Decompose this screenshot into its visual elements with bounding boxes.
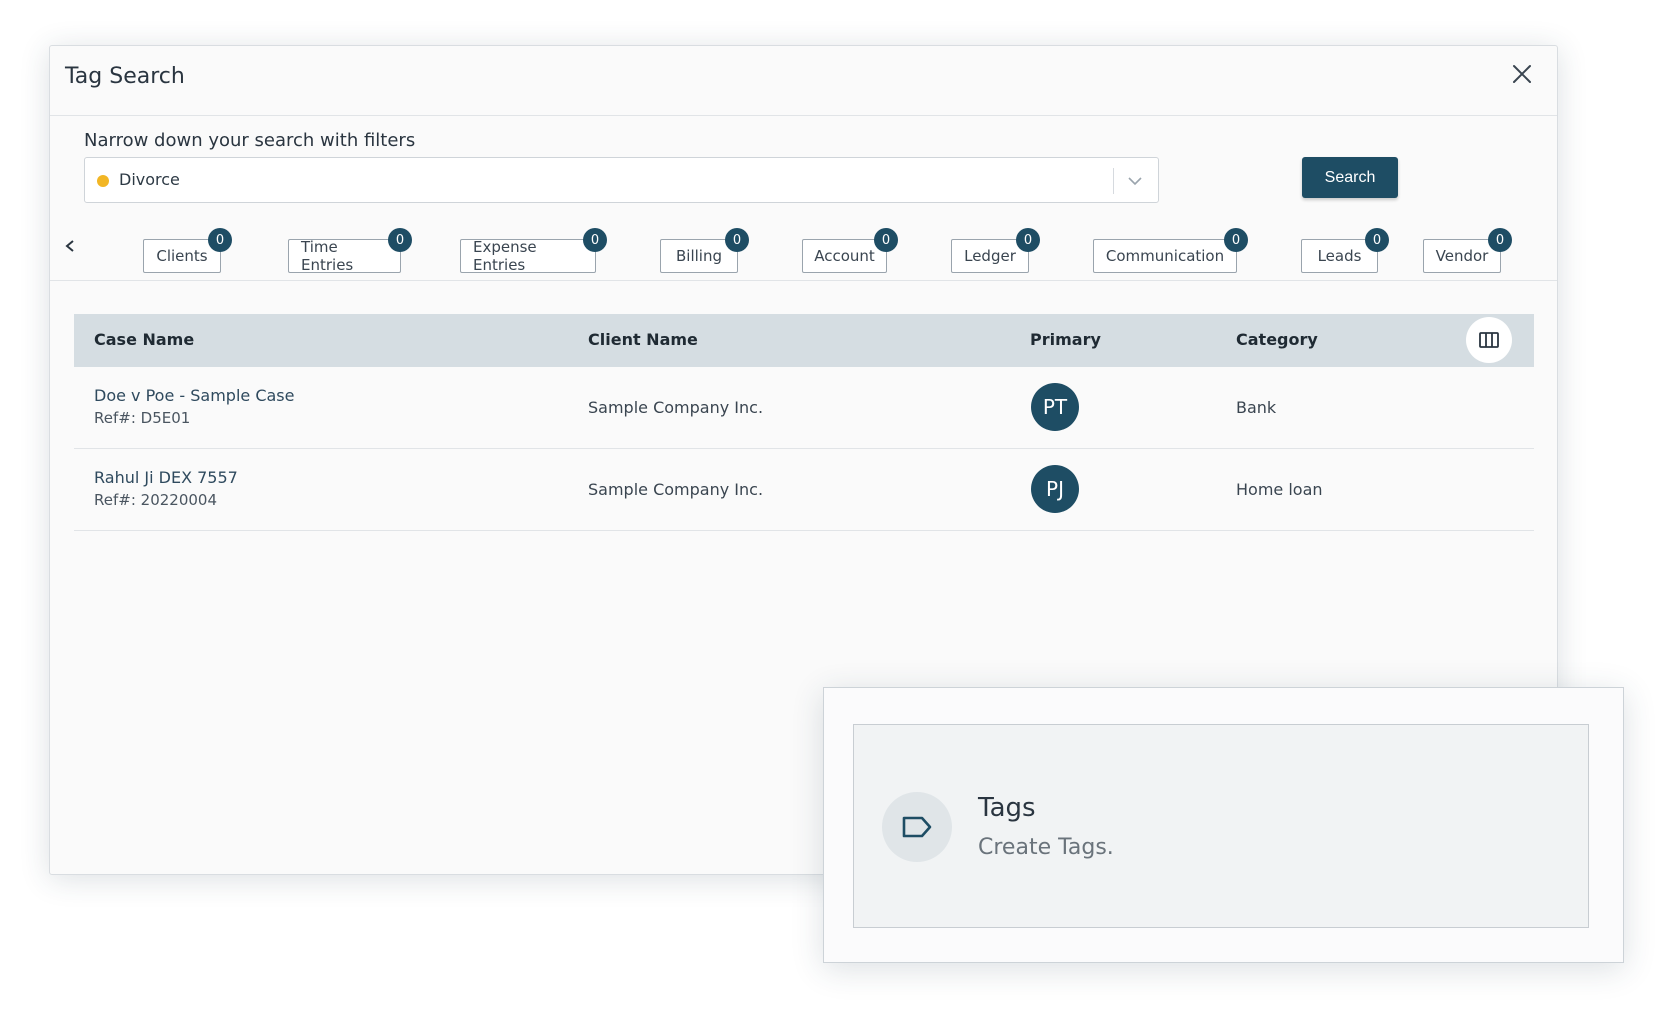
header-category[interactable]: Category xyxy=(1236,330,1318,349)
tab-label: Expense Entries xyxy=(473,238,537,274)
case-name-link[interactable]: Rahul Ji DEX 7557 xyxy=(94,468,238,487)
table-row[interactable]: Rahul Ji DEX 7557 Ref#: 20220004 Sample … xyxy=(74,449,1534,531)
client-name: Sample Company Inc. xyxy=(588,480,764,499)
tags-menu-item[interactable]: Tags Create Tags. xyxy=(853,724,1589,928)
count-badge: 0 xyxy=(208,228,232,252)
tab-label: Billing xyxy=(676,247,722,265)
tag-icon xyxy=(902,816,932,838)
search-button[interactable]: Search xyxy=(1302,157,1398,198)
count-badge: 0 xyxy=(1224,228,1248,252)
filter-label: Narrow down your search with filters xyxy=(84,130,416,151)
tab-ledger[interactable]: Ledger 0 xyxy=(951,228,1040,273)
tags-subtitle: Create Tags. xyxy=(978,835,1114,860)
category: Bank xyxy=(1236,398,1277,417)
tags-title: Tags xyxy=(978,793,1036,823)
count-badge: 0 xyxy=(388,228,412,252)
case-ref: Ref#: D5E01 xyxy=(94,409,191,427)
case-ref: Ref#: 20220004 xyxy=(94,491,217,509)
tab-label: Time Entries xyxy=(301,238,354,274)
modal-header: Tag Search xyxy=(50,46,1557,116)
count-badge: 0 xyxy=(874,228,898,252)
avatar: PT xyxy=(1031,383,1079,431)
tab-vendor[interactable]: Vendor 0 xyxy=(1423,228,1512,273)
tag-filter-select[interactable]: Divorce xyxy=(84,157,1159,203)
tab-label: Ledger xyxy=(964,247,1016,265)
tab-account[interactable]: Account 0 xyxy=(802,228,898,273)
columns-icon xyxy=(1479,332,1499,348)
tab-time-entries[interactable]: Time Entries 0 xyxy=(288,228,412,274)
header-client-name[interactable]: Client Name xyxy=(588,330,698,349)
results-table: Case Name Client Name Primary Category D… xyxy=(74,314,1534,531)
header-primary[interactable]: Primary xyxy=(1030,330,1101,349)
tab-billing[interactable]: Billing 0 xyxy=(660,228,749,273)
count-badge: 0 xyxy=(583,228,607,252)
case-name-link[interactable]: Doe v Poe - Sample Case xyxy=(94,386,294,405)
entity-tabs: Clients 0 Time Entries 0 Expense Entries… xyxy=(50,221,1557,281)
tab-label: Account xyxy=(814,247,875,265)
selected-tag-value: Divorce xyxy=(119,170,180,189)
avatar: PJ xyxy=(1031,465,1079,513)
tag-color-dot xyxy=(97,175,109,187)
chevron-down-icon[interactable] xyxy=(1124,170,1146,192)
table-header: Case Name Client Name Primary Category xyxy=(74,314,1534,367)
tab-leads[interactable]: Leads 0 xyxy=(1301,228,1389,273)
table-row[interactable]: Doe v Poe - Sample Case Ref#: D5E01 Samp… xyxy=(74,367,1534,449)
header-case-name[interactable]: Case Name xyxy=(94,330,194,349)
tab-clients[interactable]: Clients 0 xyxy=(143,228,232,273)
tab-label: Vendor xyxy=(1435,247,1489,265)
tab-communication[interactable]: Communication 0 xyxy=(1093,228,1248,273)
close-button[interactable] xyxy=(1509,61,1535,87)
count-badge: 0 xyxy=(1016,228,1040,252)
tab-label: Clients xyxy=(156,247,208,265)
chevron-left-icon[interactable] xyxy=(62,236,78,256)
tab-expense-entries[interactable]: Expense Entries 0 xyxy=(460,228,607,274)
modal-title: Tag Search xyxy=(65,64,185,89)
count-badge: 0 xyxy=(725,228,749,252)
column-settings-button[interactable] xyxy=(1466,317,1512,363)
client-name: Sample Company Inc. xyxy=(588,398,764,417)
count-badge: 0 xyxy=(1365,228,1389,252)
tab-label: Communication xyxy=(1105,247,1225,265)
count-badge: 0 xyxy=(1488,228,1512,252)
tags-callout-card: Tags Create Tags. xyxy=(823,687,1624,963)
select-separator xyxy=(1113,168,1114,194)
tab-label: Leads xyxy=(1317,247,1362,265)
tag-icon-circle xyxy=(882,792,952,862)
close-icon xyxy=(1513,65,1531,83)
category: Home loan xyxy=(1236,480,1323,499)
